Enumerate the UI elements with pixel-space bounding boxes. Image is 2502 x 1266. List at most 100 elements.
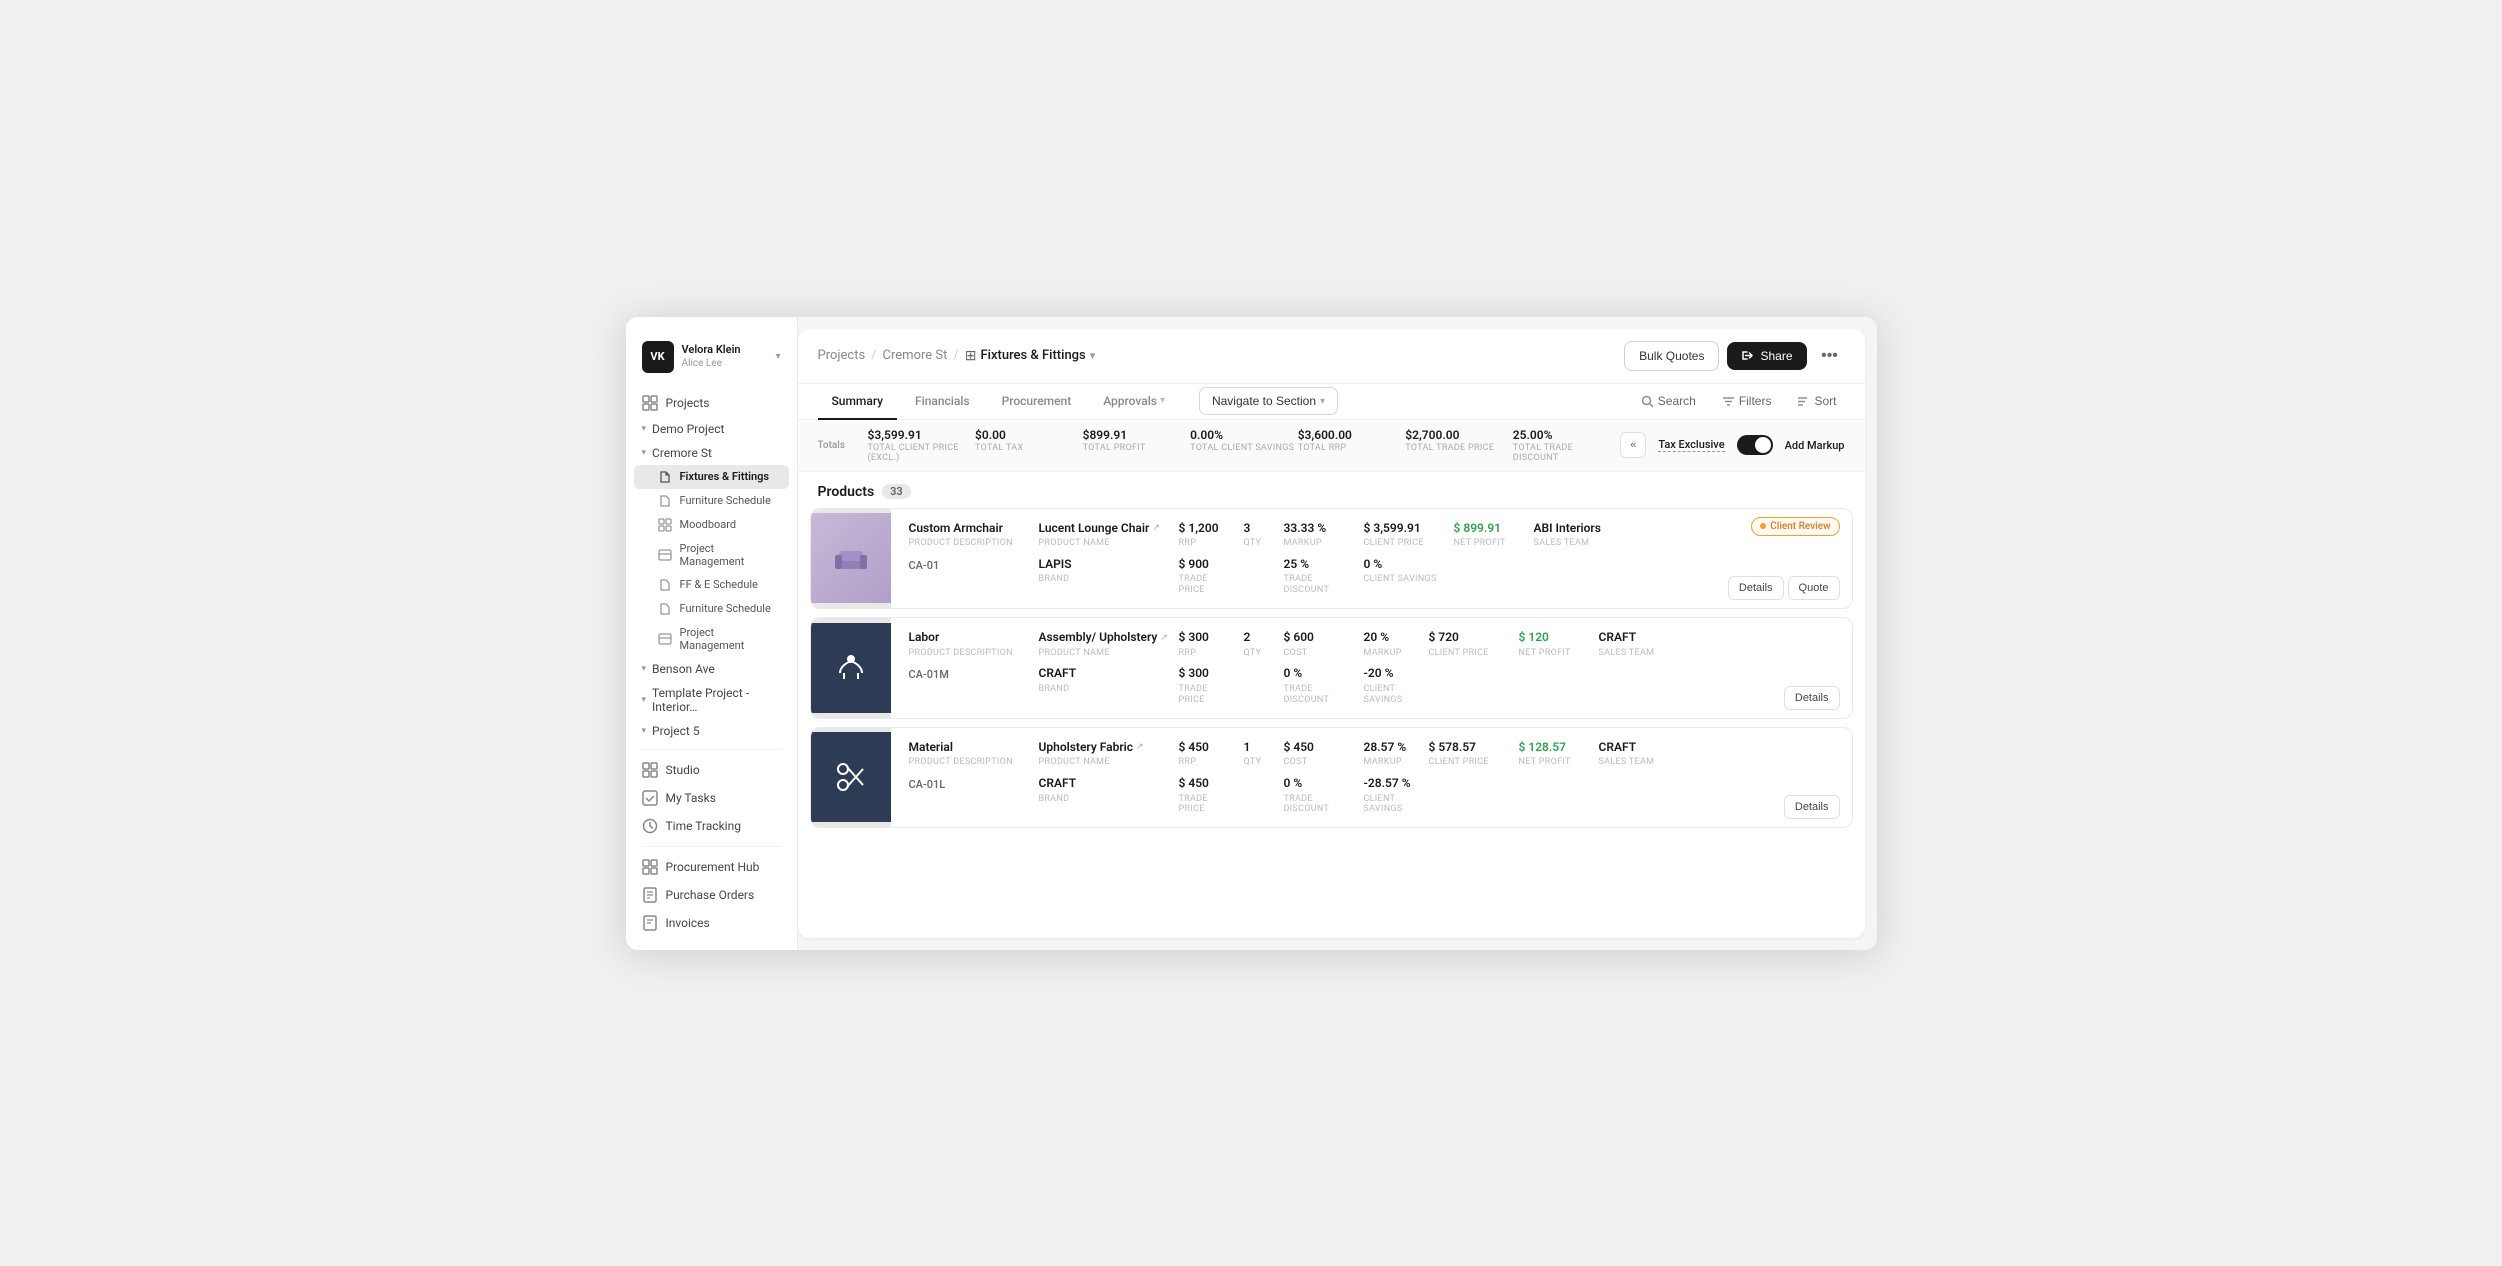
client-price-value-1: $ 3,599.91 [1364, 521, 1446, 537]
sidebar-item-studio[interactable]: Studio [634, 756, 789, 784]
tab-summary[interactable]: Summary [818, 384, 898, 420]
share-button[interactable]: Share [1727, 342, 1806, 370]
studio-icon [642, 762, 658, 778]
product-image-1 [811, 509, 891, 609]
navigate-to-section-button[interactable]: Navigate to Section ▾ [1199, 387, 1338, 415]
sidebar-item-template-project[interactable]: ▾ Template Project - Interior… [634, 681, 789, 719]
action-buttons-2: Details [1784, 686, 1840, 710]
rrp-value-3: $ 450 [1179, 740, 1236, 756]
total-rrp-value: $3,600.00 [1298, 428, 1406, 442]
user-menu[interactable]: VK Velora Klein Alice Lee ▾ [626, 333, 797, 389]
sidebar-project5-label: Project 5 [652, 724, 700, 738]
collapse-button[interactable]: « [1620, 432, 1646, 458]
product-sub-row-2: CA-01M CRAFT BRAND $ 300 TRADE PRICE [905, 664, 1770, 707]
client-savings-field-3: -28.57 % CLIENT SAVINGS [1360, 774, 1425, 817]
product-image-2 [811, 618, 891, 718]
sidebar-item-ff-e[interactable]: FF & E Schedule [634, 573, 789, 597]
product-details-3: Material PRODUCT DESCRIPTION Upholstery … [891, 728, 1784, 828]
client-savings-field-1: 0 % CLIENT SAVINGS [1360, 555, 1450, 587]
bulk-quotes-button[interactable]: Bulk Quotes [1624, 341, 1719, 371]
sidebar-item-demo-project[interactable]: ▾ Demo Project [634, 417, 789, 441]
external-link-icon[interactable]: ↗ [1152, 523, 1160, 533]
details-button-1[interactable]: Details [1728, 576, 1784, 600]
sidebar-item-furniture-schedule-1[interactable]: Furniture Schedule [634, 489, 789, 513]
trade-price-label-2: TRADE PRICE [1179, 684, 1236, 706]
tax-exclusive-label[interactable]: Tax Exclusive [1658, 438, 1724, 452]
sidebar-item-my-tasks[interactable]: My Tasks [634, 784, 789, 812]
sidebar-item-procurement-hub[interactable]: Procurement Hub [634, 853, 789, 881]
product-description-value-3: Material [909, 740, 1031, 756]
sidebar-item-cremore-st[interactable]: ▾ Cremore St [634, 441, 789, 465]
sidebar-item-project-5[interactable]: ▾ Project 5 [634, 719, 789, 743]
total-tax: $0.00 TOTAL TAX [975, 428, 1083, 463]
tab-approvals[interactable]: Approvals ▾ [1089, 384, 1179, 420]
quote-button-1[interactable]: Quote [1788, 576, 1840, 600]
sku-value-1: CA-01 [909, 559, 1031, 572]
breadcrumb-projects[interactable]: Projects [818, 348, 866, 363]
caret-icon: ▾ [642, 424, 647, 434]
trade-price-field-2: $ 300 TRADE PRICE [1175, 664, 1240, 707]
more-button[interactable]: ••• [1815, 341, 1845, 371]
grid-icon [658, 518, 672, 532]
sidebar-item-furniture-schedule-2[interactable]: Furniture Schedule [634, 597, 789, 621]
external-link-icon-2[interactable]: ↗ [1160, 633, 1168, 643]
page-icon [658, 602, 672, 616]
details-button-2[interactable]: Details [1784, 686, 1840, 710]
net-profit-label-1: NET PROFIT [1454, 538, 1526, 549]
layout-icon [658, 548, 672, 562]
sidebar-item-time-tracking[interactable]: Time Tracking [634, 812, 789, 840]
qty-field-1: 3 QTY [1240, 519, 1280, 551]
client-price-label-1: CLIENT PRICE [1364, 538, 1446, 549]
sidebar-item-purchase-orders[interactable]: Purchase Orders [634, 881, 789, 909]
sku-field-3: CA-01L [905, 774, 1035, 793]
tab-procurement[interactable]: Procurement [988, 384, 1086, 420]
tab-financials[interactable]: Financials [901, 384, 984, 420]
sidebar-item-benson-ave[interactable]: ▾ Benson Ave [634, 657, 789, 681]
action-buttons-3: Details [1784, 795, 1840, 819]
products-list: Custom Armchair PRODUCT DESCRIPTION Luce… [798, 508, 1865, 938]
product-top-row-1: Custom Armchair PRODUCT DESCRIPTION Luce… [905, 519, 1714, 551]
rrp-field-3: $ 450 RRP [1175, 738, 1240, 770]
markup-field-1: 33.33 % MARKUP [1280, 519, 1360, 551]
tax-toggle-switch[interactable] [1737, 435, 1773, 455]
product-name-with-link-2: Assembly/ Upholstery ↗ [1039, 630, 1171, 646]
sidebar-item-project-management-2[interactable]: Project Management [634, 621, 789, 657]
breadcrumb-cremore[interactable]: Cremore St [883, 348, 948, 363]
page-icon [658, 578, 672, 592]
grid-icon [642, 395, 658, 411]
sidebar-item-projects[interactable]: Projects [634, 389, 789, 417]
sidebar-item-project-management-1[interactable]: Project Management [634, 537, 789, 573]
sidebar-item-moodboard[interactable]: Moodboard [634, 513, 789, 537]
add-markup-button[interactable]: Add Markup [1785, 439, 1845, 452]
filters-button[interactable]: Filters [1714, 390, 1780, 412]
product-name-label-2: PRODUCT NAME [1039, 648, 1171, 659]
external-link-icon-3[interactable]: ↗ [1136, 742, 1144, 752]
total-trade-discount-key: TOTAL TRADE DISCOUNT [1513, 443, 1621, 463]
details-button-3[interactable]: Details [1784, 795, 1840, 819]
user-role: Alice Lee [682, 357, 768, 370]
trade-price-value-3: $ 450 [1179, 776, 1236, 792]
total-rrp: $3,600.00 TOTAL RRP [1298, 428, 1406, 463]
qty-value-1: 3 [1244, 521, 1276, 537]
tabs-bar: Summary Financials Procurement Approvals… [798, 384, 1865, 420]
sidebar-item-fixtures-fittings[interactable]: Fixtures & Fittings [634, 465, 789, 489]
sidebar-my-tasks-label: My Tasks [666, 791, 716, 805]
client-price-label-2: CLIENT PRICE [1429, 648, 1511, 659]
total-tax-key: TOTAL TAX [975, 443, 1083, 453]
clock-icon [642, 818, 658, 834]
client-price-field-1: $ 3,599.91 CLIENT PRICE [1360, 519, 1450, 551]
layout-icon [658, 632, 672, 646]
rrp-value-1: $ 1,200 [1179, 521, 1236, 537]
product-sub-row-1: CA-01 LAPIS BRAND $ 900 TRADE PRICE [905, 555, 1714, 598]
invoices-icon [642, 915, 658, 931]
sort-button[interactable]: Sort [1789, 390, 1844, 412]
sidebar-invoices-label: Invoices [666, 916, 710, 930]
search-button[interactable]: Search [1633, 390, 1704, 412]
sidebar-time-tracking-label: Time Tracking [666, 819, 741, 833]
product-description-label-2: PRODUCT DESCRIPTION [909, 648, 1031, 659]
sidebar-item-invoices[interactable]: Invoices [634, 909, 789, 934]
product-description-label-3: PRODUCT DESCRIPTION [909, 757, 1031, 768]
sidebar-divider-2 [642, 846, 781, 847]
product-details-1: Custom Armchair PRODUCT DESCRIPTION Luce… [891, 509, 1728, 609]
client-savings-value-2: -20 % [1364, 666, 1421, 682]
